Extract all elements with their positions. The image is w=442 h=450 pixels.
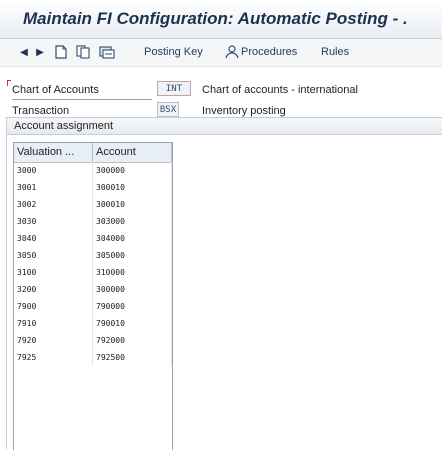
account-cell[interactable]: 300010 — [93, 196, 172, 213]
valuation-cell[interactable]: 3000 — [14, 162, 93, 179]
valuation-cell[interactable]: 3001 — [14, 179, 93, 196]
forward-arrow-icon[interactable]: ▶ — [35, 45, 45, 59]
account-cell[interactable]: 792500 — [93, 349, 172, 366]
account-cell[interactable]: 303000 — [93, 213, 172, 230]
application-toolbar: ◀ ▶ Posting Key Procedures Rules — [0, 39, 442, 67]
account-cell[interactable]: 790010 — [93, 315, 172, 332]
account-cell[interactable]: 305000 — [93, 247, 172, 264]
table-row[interactable]: 3040 304000 — [14, 230, 172, 247]
required-marker — [7, 80, 11, 86]
valuation-cell[interactable]: 3002 — [14, 196, 93, 213]
transaction-field[interactable]: BSX — [157, 102, 179, 117]
table-row[interactable]: 3002 300010 — [14, 196, 172, 213]
account-cell[interactable]: 300000 — [93, 281, 172, 298]
table-row[interactable]: 3001 300010 — [14, 179, 172, 196]
column-header-account[interactable]: Account — [93, 143, 172, 162]
table-row[interactable]: 7920 792000 — [14, 332, 172, 349]
valuation-cell[interactable]: 3100 — [14, 264, 93, 281]
valuation-cell[interactable]: 7925 — [14, 349, 93, 366]
account-cell[interactable]: 300000 — [93, 162, 172, 179]
group-title: Account assignment — [7, 118, 442, 135]
back-arrow-icon[interactable]: ◀ — [19, 45, 29, 59]
table-row[interactable]: 3100 310000 — [14, 264, 172, 281]
table-row[interactable]: 7925 792500 — [14, 349, 172, 366]
table-row[interactable]: 3030 303000 — [14, 213, 172, 230]
transaction-label: Transaction — [12, 105, 70, 117]
account-cell[interactable]: 790000 — [93, 298, 172, 315]
table-row[interactable]: 3000 300000 — [14, 162, 172, 179]
procedures-icon[interactable] — [224, 45, 240, 59]
account-assignment-table: Valuation ... Account 3000 300000 3001 3… — [13, 142, 173, 450]
title-bar: Maintain FI Configuration: Automatic Pos… — [0, 0, 442, 39]
new-entries-icon[interactable] — [54, 45, 68, 59]
table-row[interactable]: 7900 790000 — [14, 298, 172, 315]
account-cell[interactable]: 300010 — [93, 179, 172, 196]
chart-of-accounts-description: Chart of accounts - international — [202, 84, 358, 96]
valuation-cell[interactable]: 3200 — [14, 281, 93, 298]
copy-icon[interactable] — [75, 45, 91, 59]
label-underline — [12, 99, 152, 100]
rules-button[interactable]: Rules — [321, 46, 349, 58]
account-cell[interactable]: 792000 — [93, 332, 172, 349]
valuation-cell[interactable]: 7910 — [14, 315, 93, 332]
transport-icon[interactable] — [99, 45, 115, 59]
window-title: Maintain FI Configuration: Automatic Pos… — [23, 9, 408, 28]
valuation-cell[interactable]: 3050 — [14, 247, 93, 264]
posting-key-button[interactable]: Posting Key — [144, 46, 203, 58]
table-row[interactable]: 3200 300000 — [14, 281, 172, 298]
table-row[interactable]: 3050 305000 — [14, 247, 172, 264]
account-cell[interactable]: 304000 — [93, 230, 172, 247]
valuation-cell[interactable]: 7900 — [14, 298, 93, 315]
chart-of-accounts-field[interactable]: INT — [157, 81, 191, 96]
transaction-description: Inventory posting — [202, 105, 286, 117]
valuation-cell[interactable]: 3040 — [14, 230, 93, 247]
account-cell[interactable]: 310000 — [93, 264, 172, 281]
table-header: Valuation ... Account — [14, 143, 172, 163]
column-header-valuation[interactable]: Valuation ... — [14, 143, 93, 162]
chart-of-accounts-label: Chart of Accounts — [12, 84, 99, 96]
table-row[interactable]: 7910 790010 — [14, 315, 172, 332]
valuation-cell[interactable]: 7920 — [14, 332, 93, 349]
valuation-cell[interactable]: 3030 — [14, 213, 93, 230]
account-assignment-group: Account assignment Valuation ... Account… — [6, 117, 442, 450]
procedures-button[interactable]: Procedures — [241, 46, 297, 58]
